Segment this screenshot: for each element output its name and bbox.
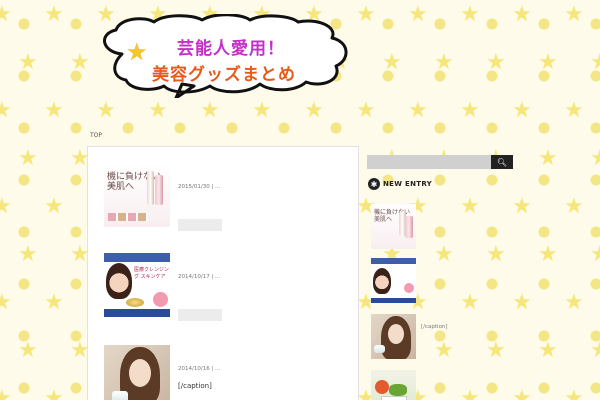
background-star-icon: ★ xyxy=(460,2,480,27)
background-star-icon: ★ xyxy=(512,290,532,315)
background-star-icon: ★ xyxy=(564,2,584,27)
background-star-icon: ★ xyxy=(434,242,454,267)
background-star-icon: ★ xyxy=(538,242,558,267)
search-button[interactable]: 🔍︎ xyxy=(491,155,513,169)
background-star-icon: ★ xyxy=(460,386,480,400)
post-title[interactable]: [/caption] xyxy=(178,382,212,390)
background-star-icon: ★ xyxy=(512,98,532,123)
background-star-icon: ★ xyxy=(486,50,506,75)
background-star-icon: ★ xyxy=(0,98,12,123)
post-thumbnail[interactable]: 医療クレンジング スキンケア xyxy=(104,253,170,317)
new-entry-heading: ✱ NEW ENTRY xyxy=(368,178,432,190)
background-star-icon: ★ xyxy=(96,98,116,123)
sidebar-entry-thumbnail[interactable] xyxy=(371,370,416,400)
search-input[interactable] xyxy=(367,155,491,169)
background-star-icon: ★ xyxy=(564,98,584,123)
background-star-icon: ★ xyxy=(486,338,506,363)
background-star-icon: ★ xyxy=(44,2,64,27)
background-star-icon: ★ xyxy=(590,338,600,363)
new-entry-label: NEW ENTRY xyxy=(383,180,432,188)
background-star-icon: ★ xyxy=(200,98,220,123)
background-star-icon: ★ xyxy=(44,386,64,400)
background-star-icon: ★ xyxy=(434,338,454,363)
background-star-icon: ★ xyxy=(18,338,38,363)
yellow-star-icon: ★ xyxy=(126,38,148,66)
background-star-icon: ★ xyxy=(356,2,376,27)
sidebar-entry-thumbnail[interactable] xyxy=(371,314,416,359)
background-star-icon: ★ xyxy=(408,98,428,123)
background-star-icon: ★ xyxy=(460,98,480,123)
background-star-icon: ★ xyxy=(486,242,506,267)
background-star-icon: ★ xyxy=(252,98,272,123)
search-form: 🔍︎ xyxy=(367,155,513,169)
background-star-icon: ★ xyxy=(18,50,38,75)
sidebar-entry[interactable] xyxy=(371,258,416,303)
sidebar-entry[interactable]: [/caption] xyxy=(371,314,448,359)
background-star-icon: ★ xyxy=(0,194,12,219)
sidebar-entry-thumbnail[interactable]: 機に負けない 美肌へ xyxy=(371,204,416,249)
background-star-icon: ★ xyxy=(44,98,64,123)
background-star-icon: ★ xyxy=(564,290,584,315)
background-star-icon: ★ xyxy=(356,98,376,123)
sidebar-entry-title[interactable]: [/caption] xyxy=(421,324,448,330)
search-icon: 🔍︎ xyxy=(496,157,508,167)
background-star-icon: ★ xyxy=(44,194,64,219)
post-thumbnail[interactable] xyxy=(104,345,170,400)
background-star-icon: ★ xyxy=(0,386,12,400)
background-star-icon: ★ xyxy=(0,290,12,315)
breadcrumb-top-link[interactable]: TOP xyxy=(90,132,102,139)
background-star-icon: ★ xyxy=(538,338,558,363)
background-star-icon: ★ xyxy=(564,194,584,219)
sidebar-entry-thumbnail[interactable] xyxy=(371,258,416,303)
post-date: 2015/01/30 | ... xyxy=(178,184,221,190)
post-date: 2014/10/17 | ... xyxy=(178,274,221,280)
background-star-icon: ★ xyxy=(512,386,532,400)
post-thumbnail[interactable]: 機に負けない 美肌へ xyxy=(104,163,170,227)
breadcrumb: TOP xyxy=(90,132,102,139)
background-star-icon: ★ xyxy=(538,146,558,171)
background-star-icon: ★ xyxy=(590,146,600,171)
background-star-icon: ★ xyxy=(18,242,38,267)
background-star-icon: ★ xyxy=(44,290,64,315)
badge-star-icon: ✱ xyxy=(368,178,380,190)
background-star-icon: ★ xyxy=(148,98,168,123)
background-star-icon: ★ xyxy=(434,50,454,75)
background-star-icon: ★ xyxy=(18,146,38,171)
background-star-icon: ★ xyxy=(590,50,600,75)
sidebar-entry[interactable] xyxy=(371,370,416,400)
background-star-icon: ★ xyxy=(408,2,428,27)
sidebar-entry[interactable]: 機に負けない 美肌へ xyxy=(371,204,416,249)
background-star-icon: ★ xyxy=(0,2,12,27)
background-star-icon: ★ xyxy=(564,386,584,400)
site-logo-banner[interactable]: ★ 芸能人愛用！ 美容グッズまとめ xyxy=(92,14,354,98)
thumbnail-text: 医療クレンジング スキンケア xyxy=(134,267,170,280)
background-star-icon: ★ xyxy=(460,290,480,315)
background-star-icon: ★ xyxy=(70,50,90,75)
background-star-icon: ★ xyxy=(304,98,324,123)
post-title-placeholder[interactable] xyxy=(178,309,222,321)
post-date: 2014/10/16 | ... xyxy=(178,366,221,372)
background-star-icon: ★ xyxy=(382,50,402,75)
post-list: 機に負けない 美肌へ 2015/01/30 | ... 医療クレンジング スキン… xyxy=(87,146,359,400)
background-star-icon: ★ xyxy=(460,194,480,219)
background-star-icon: ★ xyxy=(512,194,532,219)
post-title-placeholder[interactable] xyxy=(178,219,222,231)
site-title-line2: 美容グッズまとめ xyxy=(152,65,296,85)
background-star-icon: ★ xyxy=(512,2,532,27)
background-star-icon: ★ xyxy=(538,50,558,75)
site-title-line1: 芸能人愛用！ xyxy=(177,39,285,59)
background-star-icon: ★ xyxy=(590,242,600,267)
